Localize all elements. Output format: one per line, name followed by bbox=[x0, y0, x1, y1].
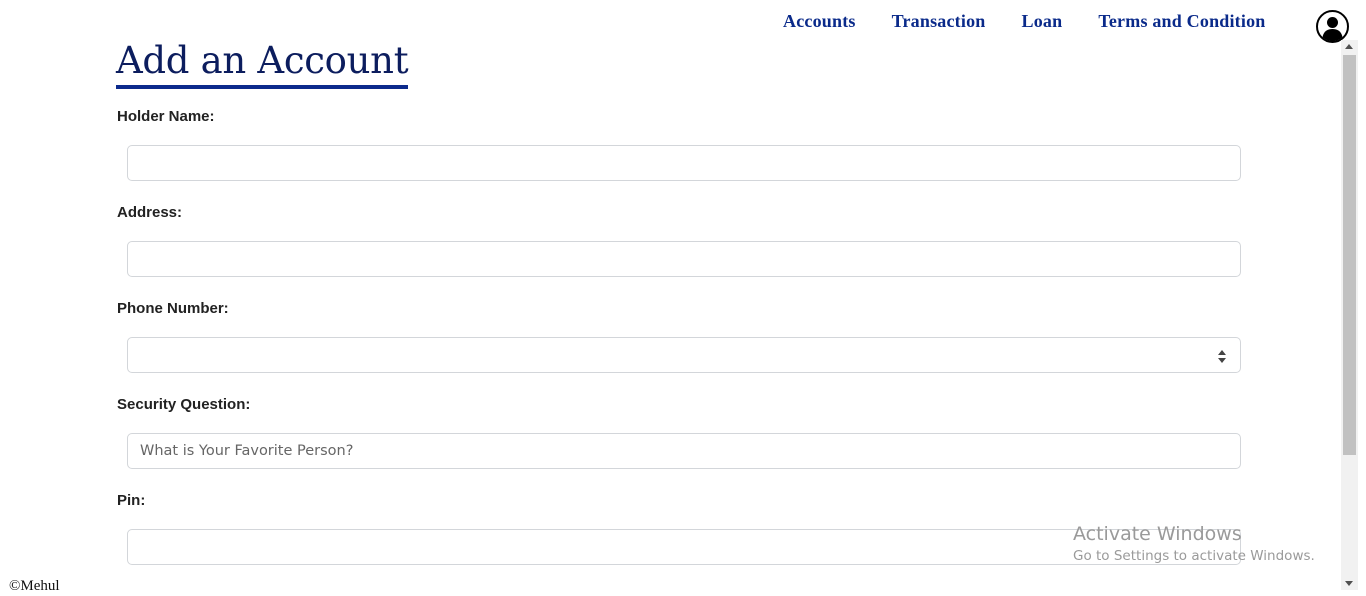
nav-accounts[interactable]: Accounts bbox=[783, 11, 856, 32]
scroll-up-arrow-icon[interactable] bbox=[1345, 44, 1353, 49]
holder-name-label: Holder Name: bbox=[117, 108, 215, 125]
stepper-up-icon[interactable] bbox=[1218, 349, 1226, 355]
holder-name-input[interactable] bbox=[127, 145, 1241, 181]
phone-number-label: Phone Number: bbox=[117, 300, 229, 317]
pin-input[interactable] bbox=[127, 529, 1241, 565]
page: Accounts Transaction Loan Terms and Cond… bbox=[0, 0, 1366, 596]
scrollbar-thumb[interactable] bbox=[1343, 55, 1356, 455]
nav-terms[interactable]: Terms and Condition bbox=[1098, 11, 1265, 32]
scroll-down-arrow-icon[interactable] bbox=[1345, 581, 1353, 586]
page-title: Add an Account bbox=[116, 38, 409, 89]
nav-transaction[interactable]: Transaction bbox=[892, 11, 986, 32]
user-avatar-icon[interactable] bbox=[1316, 10, 1349, 43]
nav-loan[interactable]: Loan bbox=[1021, 11, 1062, 32]
vertical-scrollbar[interactable] bbox=[1341, 40, 1358, 590]
security-question-label: Security Question: bbox=[117, 396, 251, 413]
address-label: Address: bbox=[117, 204, 183, 221]
top-nav: Accounts Transaction Loan Terms and Cond… bbox=[783, 11, 1266, 32]
stepper-down-icon[interactable] bbox=[1218, 357, 1226, 363]
phone-number-input[interactable] bbox=[127, 337, 1241, 373]
phone-number-stepper[interactable] bbox=[1216, 346, 1228, 366]
footer-copyright: ©Mehul bbox=[9, 578, 60, 594]
security-question-input[interactable] bbox=[127, 433, 1241, 469]
pin-label: Pin: bbox=[117, 492, 146, 509]
address-input[interactable] bbox=[127, 241, 1241, 277]
